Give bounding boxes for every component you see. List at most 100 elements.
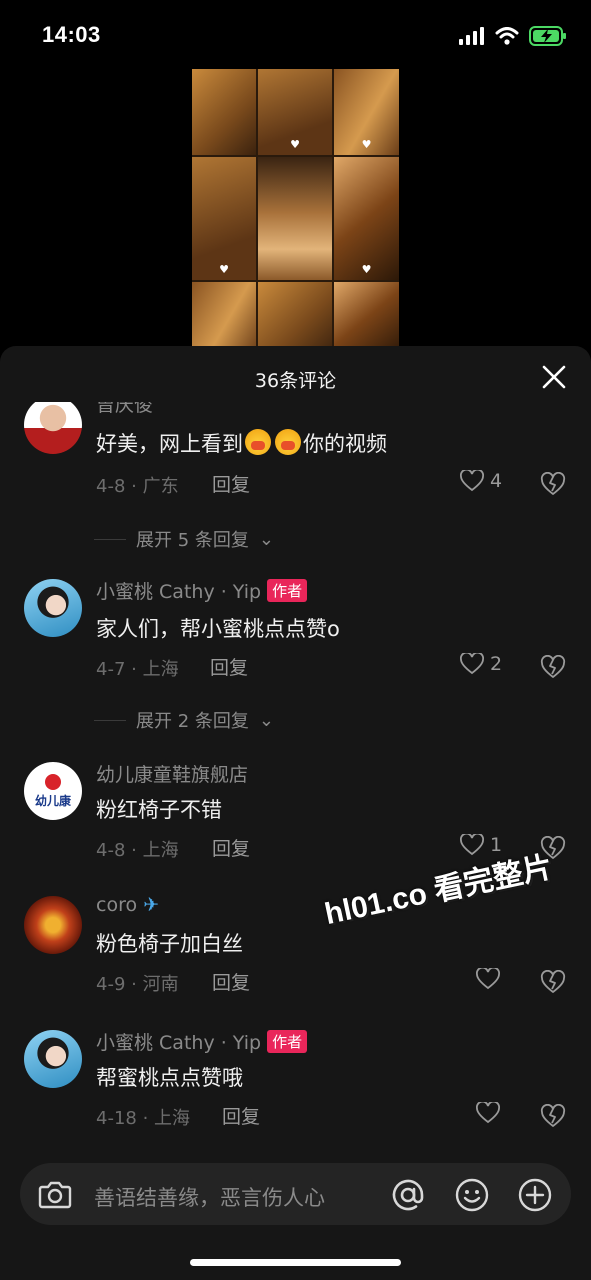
like-button[interactable] bbox=[476, 968, 500, 990]
heart-outline-icon bbox=[460, 653, 484, 675]
close-icon[interactable] bbox=[541, 364, 567, 390]
comment-meta: 4-18 · 上海 bbox=[96, 1108, 191, 1129]
comment-sheet: 36条评论 曾庆俊 好美，网上看到 你的视频 4-8 · 广东 回复 4 展开 5… bbox=[0, 346, 591, 1280]
dislike-icon[interactable] bbox=[540, 970, 566, 994]
camera-icon[interactable] bbox=[38, 1178, 72, 1210]
author-badge: 作者 bbox=[267, 579, 308, 602]
expand-replies-button[interactable]: 展开 5 条回复 ⌄ bbox=[94, 526, 274, 552]
divider-line bbox=[94, 538, 126, 540]
comment-text: 帮蜜桃点点赞哦 bbox=[96, 1066, 243, 1090]
video-preview[interactable]: ♥ ♥ ♥ ♥ bbox=[192, 69, 399, 354]
comment-date: 4-18 bbox=[96, 1108, 137, 1129]
mouth-covered-emoji-icon bbox=[245, 429, 271, 455]
comment-location: 上海 bbox=[142, 659, 179, 680]
avatar[interactable] bbox=[24, 579, 82, 637]
comment-meta: 4-7 · 上海 bbox=[96, 659, 179, 680]
heart-icon: ♥ bbox=[290, 138, 300, 151]
like-button[interactable]: 2 bbox=[460, 653, 502, 675]
comment-location: 上海 bbox=[154, 1108, 191, 1129]
signal-icon bbox=[459, 27, 484, 45]
status-icons bbox=[459, 26, 567, 46]
dislike-icon[interactable] bbox=[540, 472, 566, 496]
dislike-icon[interactable] bbox=[540, 1104, 566, 1128]
author-name: coro bbox=[96, 894, 138, 916]
like-count: 4 bbox=[490, 470, 503, 492]
airplane-icon: ✈ bbox=[143, 894, 160, 916]
comment-count-title: 36条评论 bbox=[254, 370, 337, 392]
preview-tile: ♥ bbox=[334, 157, 399, 280]
plus-icon[interactable] bbox=[517, 1177, 553, 1213]
comment-text: 粉红椅子不错 bbox=[96, 798, 222, 822]
comment-text-part: 你的视频 bbox=[303, 432, 387, 456]
comment-author[interactable]: 幼儿康童鞋旗舰店 bbox=[96, 760, 248, 787]
preview-tile: ♥ bbox=[192, 157, 256, 280]
comment-input-bar[interactable]: 善语结善缘，恶言伤人心 bbox=[20, 1163, 571, 1225]
comment-list[interactable]: 曾庆俊 好美，网上看到 你的视频 4-8 · 广东 回复 4 展开 5 条回复 ⌄… bbox=[0, 402, 591, 1148]
preview-tile bbox=[258, 157, 332, 280]
like-count: 2 bbox=[490, 653, 503, 675]
emoji-icon[interactable] bbox=[454, 1177, 490, 1213]
shop-logo-icon bbox=[45, 773, 61, 790]
heart-icon: ♥ bbox=[361, 263, 372, 276]
comment-text: 粉色椅子加白丝 bbox=[96, 932, 243, 956]
comment-meta: 4-8 · 上海 bbox=[96, 840, 179, 861]
shop-logo-text: 幼儿康 bbox=[34, 793, 71, 808]
comment-author[interactable]: coro ✈ bbox=[96, 894, 159, 916]
comment-input[interactable]: 善语结善缘，恶言伤人心 bbox=[94, 1182, 325, 1212]
chevron-down-icon: ⌄ bbox=[258, 528, 274, 550]
comment-text-part: 好美，网上看到 bbox=[96, 432, 243, 456]
avatar[interactable] bbox=[24, 896, 82, 954]
heart-outline-icon bbox=[460, 834, 484, 856]
status-bar: 14:03 bbox=[0, 0, 591, 70]
mention-icon[interactable] bbox=[390, 1177, 426, 1213]
preview-tile bbox=[258, 282, 332, 354]
expand-replies-label: 展开 5 条回复 bbox=[136, 530, 249, 551]
battery-charging-icon bbox=[529, 26, 566, 46]
avatar[interactable] bbox=[24, 1030, 82, 1088]
preview-tile bbox=[334, 282, 399, 354]
comment-date: 4-7 bbox=[96, 659, 126, 680]
avatar[interactable] bbox=[24, 402, 82, 454]
preview-tile: ♥ bbox=[258, 69, 332, 155]
reply-button[interactable]: 回复 bbox=[210, 653, 248, 680]
divider-line bbox=[94, 719, 126, 721]
comment-author[interactable]: 曾庆俊 bbox=[96, 402, 153, 417]
comment-text: 家人们，帮小蜜桃点点赞o bbox=[96, 617, 340, 641]
author-name: 小蜜桃 Cathy · Yip bbox=[96, 581, 262, 603]
comment-date: 4-8 bbox=[96, 476, 126, 497]
heart-icon: ♥ bbox=[219, 263, 229, 276]
status-time: 14:03 bbox=[42, 22, 101, 47]
reply-button[interactable]: 回复 bbox=[222, 1102, 260, 1129]
heart-icon: ♥ bbox=[361, 138, 372, 151]
preview-tile: ♥ bbox=[334, 69, 399, 155]
mouth-covered-emoji-icon bbox=[275, 429, 301, 455]
home-indicator[interactable] bbox=[190, 1259, 401, 1266]
like-button[interactable] bbox=[476, 1102, 500, 1124]
comment-location: 上海 bbox=[142, 840, 179, 861]
author-name: 小蜜桃 Cathy · Yip bbox=[96, 1032, 262, 1054]
like-button[interactable]: 4 bbox=[460, 470, 502, 492]
wifi-icon bbox=[495, 27, 519, 45]
preview-tile bbox=[192, 69, 256, 155]
reply-button[interactable]: 回复 bbox=[212, 834, 250, 861]
avatar[interactable]: 幼儿康 bbox=[24, 762, 82, 820]
heart-outline-icon bbox=[460, 470, 484, 492]
comment-meta: 4-8 · 广东 bbox=[96, 476, 179, 497]
comment-location: 河南 bbox=[142, 974, 179, 995]
expand-replies-label: 展开 2 条回复 bbox=[136, 711, 249, 732]
comment-location: 广东 bbox=[142, 476, 179, 497]
comment-meta: 4-9 · 河南 bbox=[96, 974, 179, 995]
comment-author[interactable]: 小蜜桃 Cathy · Yip 作者 bbox=[96, 1028, 308, 1055]
heart-outline-icon bbox=[476, 968, 500, 990]
author-badge: 作者 bbox=[267, 1030, 308, 1053]
comment-text: 好美，网上看到 你的视频 bbox=[96, 428, 387, 458]
dislike-icon[interactable] bbox=[540, 655, 566, 679]
heart-outline-icon bbox=[476, 1102, 500, 1124]
expand-replies-button[interactable]: 展开 2 条回复 ⌄ bbox=[94, 707, 274, 733]
comment-date: 4-8 bbox=[96, 840, 126, 861]
reply-button[interactable]: 回复 bbox=[212, 968, 250, 995]
comment-author[interactable]: 小蜜桃 Cathy · Yip 作者 bbox=[96, 577, 308, 604]
comment-date: 4-9 bbox=[96, 974, 126, 995]
reply-button[interactable]: 回复 bbox=[212, 470, 250, 497]
preview-tile bbox=[192, 282, 256, 354]
